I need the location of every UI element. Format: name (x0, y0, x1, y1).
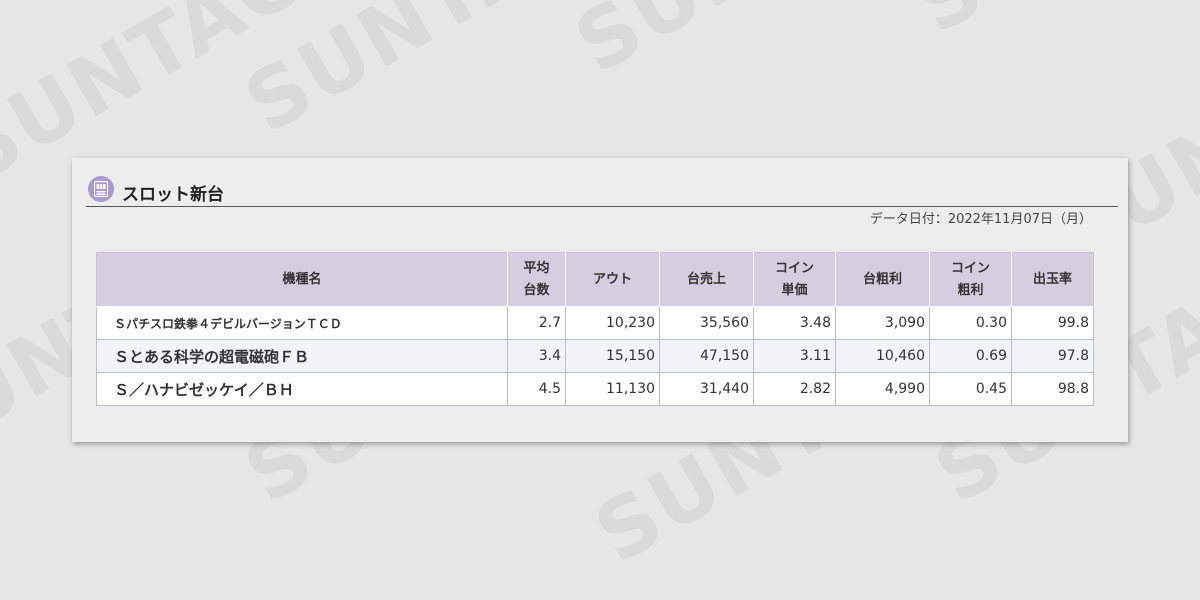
watermark-text: SUNTAC (900, 0, 1200, 52)
model-name-cell[interactable]: Ｓパチスロ鉄拳４デビルバージョンＴＣＤ (96, 306, 508, 340)
sales-cell: 35,560 (659, 306, 754, 340)
table-header-row: 機種名 平均 台数 アウト 台売上 コイン 単価 台粗利 コイン 粗利 出玉率 (96, 252, 1094, 307)
out-cell: 11,130 (565, 372, 660, 406)
watermark-text: SUNTAC (230, 0, 607, 153)
coin-price-cell: 3.48 (753, 306, 836, 340)
coin-profit-cell: 0.30 (929, 306, 1012, 340)
out-cell: 10,230 (565, 306, 660, 340)
avg-units-cell: 2.7 (507, 306, 566, 340)
coin-price-cell: 3.11 (753, 339, 836, 373)
gross-profit-cell: 3,090 (835, 306, 930, 340)
slot-machine-icon (88, 176, 114, 202)
payout-rate-cell: 98.8 (1011, 372, 1094, 406)
avg-units-cell: 4.5 (507, 372, 566, 406)
payout-rate-cell: 97.8 (1011, 339, 1094, 373)
coin-profit-cell: 0.45 (929, 372, 1012, 406)
panel-title: スロット新台 (122, 185, 224, 205)
model-name-cell[interactable]: Ｓとある科学の超電磁砲ＦＢ (96, 339, 508, 373)
column-header-coin-price[interactable]: コイン 単価 (753, 252, 836, 307)
avg-units-cell: 3.4 (507, 339, 566, 373)
coin-price-cell: 2.82 (753, 372, 836, 406)
column-header-model[interactable]: 機種名 (96, 252, 508, 307)
column-header-sales[interactable]: 台売上 (659, 252, 754, 307)
watermark-text: SUNTAC (560, 0, 936, 92)
column-header-coin-profit[interactable]: コイン 粗利 (929, 252, 1012, 307)
table-row: Ｓパチスロ鉄拳４デビルバージョンＴＣＤ 2.7 10,230 35,560 3.… (96, 306, 1094, 340)
sales-cell: 47,150 (659, 339, 754, 373)
column-header-out[interactable]: アウト (565, 252, 660, 307)
slot-new-machines-panel: スロット新台 データ日付：2022年11月07日（月） 機種名 平均 台数 アウト… (72, 158, 1128, 442)
panel-header: スロット新台 (86, 176, 1118, 207)
column-header-gross-profit[interactable]: 台粗利 (835, 252, 930, 307)
slot-table: 機種名 平均 台数 アウト 台売上 コイン 単価 台粗利 コイン 粗利 出玉率 Ｓパチ… (96, 252, 1094, 406)
coin-profit-cell: 0.69 (929, 339, 1012, 373)
out-cell: 15,150 (565, 339, 660, 373)
payout-rate-cell: 99.8 (1011, 306, 1094, 340)
gross-profit-cell: 10,460 (835, 339, 930, 373)
data-date: データ日付：2022年11月07日（月） (869, 212, 1092, 227)
column-header-payout-rate[interactable]: 出玉率 (1011, 252, 1094, 307)
column-header-avg-units[interactable]: 平均 台数 (507, 252, 566, 307)
sales-cell: 31,440 (659, 372, 754, 406)
table-row: Ｓとある科学の超電磁砲ＦＢ 3.4 15,150 47,150 3.11 10,… (96, 339, 1094, 373)
table-row: Ｓ／ハナビゼッケイ／ＢＨ 4.5 11,130 31,440 2.82 4,99… (96, 372, 1094, 406)
model-name-cell[interactable]: Ｓ／ハナビゼッケイ／ＢＨ (96, 372, 508, 406)
gross-profit-cell: 4,990 (835, 372, 930, 406)
